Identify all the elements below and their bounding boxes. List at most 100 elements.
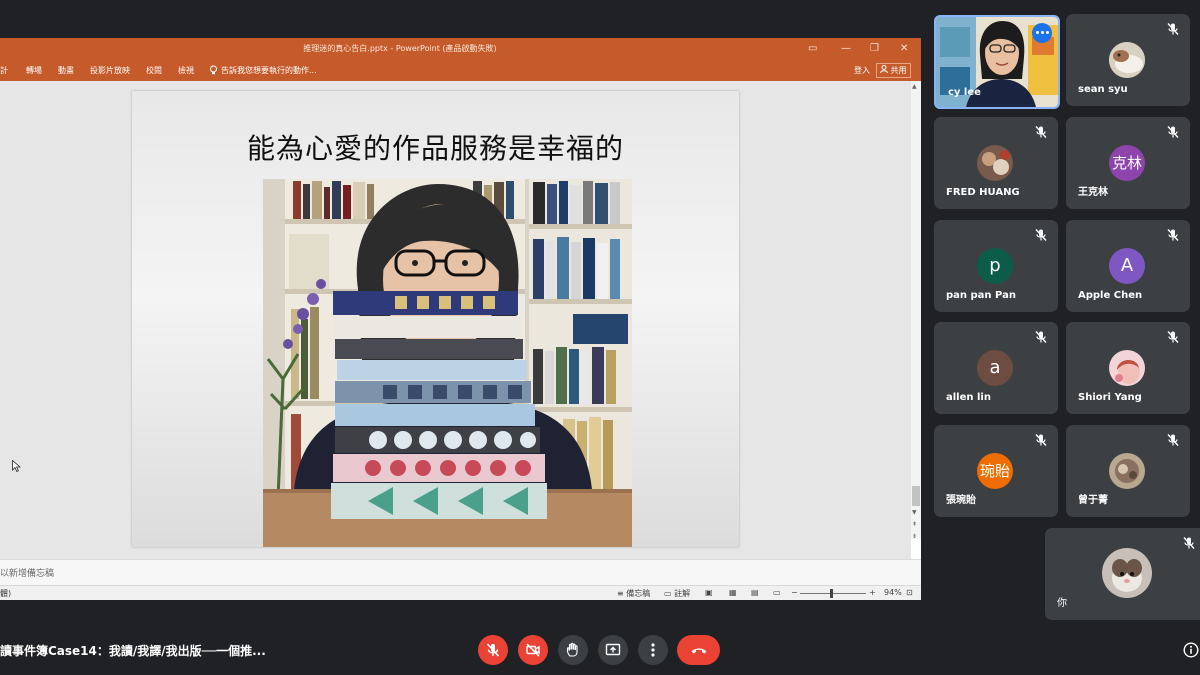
participant-tile-zhang-wanyi[interactable]: 琬貽 張琬貽 (934, 425, 1058, 517)
self-tile[interactable]: 你 (1045, 528, 1200, 620)
more-icon (651, 643, 655, 657)
next-slide-icon[interactable]: ⇟ (912, 533, 917, 540)
mic-off-icon (486, 643, 500, 657)
slideshow-view-icon[interactable]: ▭ (773, 588, 781, 597)
notes-button[interactable]: ≡ 備忘稿 (617, 588, 650, 599)
info-icon (1183, 642, 1199, 658)
participant-name: allen lin (946, 392, 991, 403)
participant-name: sean syu (1078, 84, 1128, 95)
mic-off-icon (1167, 23, 1179, 35)
ribbon-tab-slideshow[interactable]: 投影片放映 (90, 65, 130, 76)
ppt-title-bar: 推理迷的真心告白.pptx - PowerPoint (產品啟動失敗) ▭ — … (0, 38, 921, 61)
mic-off-icon (1035, 434, 1047, 446)
participant-name: cy lee (948, 87, 981, 98)
zoom-percent[interactable]: 94% (884, 588, 902, 597)
ppt-vertical-scrollbar[interactable]: ▲ ▼ ⇞ ⇟ (911, 81, 921, 540)
fit-slide-icon[interactable]: ⊡ (906, 588, 913, 597)
person-icon (880, 65, 891, 75)
zoom-slider-knob[interactable] (830, 589, 833, 598)
avatar: p (977, 248, 1013, 284)
meeting-info-button[interactable] (1183, 642, 1199, 658)
share-label: 共用 (890, 66, 907, 75)
notes-placeholder: 以新增備忘稿 (0, 569, 55, 579)
participant-name: pan pan Pan (946, 290, 1016, 301)
participant-name: Apple Chen (1078, 290, 1143, 301)
status-left-text: 體) (0, 589, 12, 598)
reading-view-icon[interactable]: ▤ (751, 588, 759, 597)
participant-tile-fred-huang[interactable]: FRED HUANG (934, 117, 1058, 209)
ribbon-tab-transitions[interactable]: 轉場 (26, 65, 42, 76)
scroll-thumb[interactable] (912, 486, 920, 506)
participant-name: 你 (1057, 598, 1067, 609)
more-options-button[interactable] (638, 635, 668, 665)
notes-pane[interactable]: 以新增備忘稿 (0, 559, 921, 586)
participant-name: 王克林 (1078, 187, 1108, 198)
prev-slide-icon[interactable]: ⇞ (912, 521, 917, 528)
ribbon-tab-review[interactable]: 校閱 (146, 65, 162, 76)
participant-name: 曾于菁 (1078, 495, 1108, 506)
comments-button[interactable]: ▭ 註解 (664, 588, 690, 599)
hand-icon (566, 642, 578, 657)
avatar (1102, 548, 1152, 598)
participant-tile-zeng-yujing[interactable]: 曾于菁 (1066, 425, 1190, 517)
leave-call-button[interactable] (677, 635, 720, 665)
slide-photo (263, 179, 632, 547)
present-icon (605, 643, 621, 656)
camera-off-icon (526, 643, 540, 657)
participant-tile-apple-chen[interactable]: A Apple Chen (1066, 220, 1190, 312)
normal-view-icon[interactable]: ▣ (705, 588, 713, 597)
participant-tile-sean-syu[interactable]: sean syu (1066, 14, 1190, 106)
zoom-slider-track[interactable] (800, 593, 866, 594)
ppt-window-title: 推理迷的真心告白.pptx - PowerPoint (產品啟動失敗) (303, 44, 497, 53)
participant-tile-allen-lin[interactable]: a allen lin (934, 322, 1058, 414)
participant-name: 張琬貽 (946, 495, 976, 506)
avatar (1109, 453, 1145, 489)
avatar (1109, 42, 1145, 78)
speaking-indicator (1032, 23, 1052, 43)
scroll-up-icon[interactable]: ▲ (912, 83, 917, 90)
slide-sorter-icon[interactable]: ▦ (729, 588, 737, 597)
share-button[interactable]: 共用 (876, 63, 911, 78)
ribbon-tab-view[interactable]: 檢視 (178, 65, 194, 76)
mic-off-icon (1167, 434, 1179, 446)
ribbon-tab-design[interactable]: 計 (0, 65, 8, 76)
slide: 能為心愛的作品服務是幸福的 (132, 91, 739, 547)
avatar (1109, 350, 1145, 386)
avatar: a (977, 350, 1013, 386)
avatar (977, 145, 1013, 181)
lightbulb-icon (209, 65, 218, 77)
sign-in-link[interactable]: 登入 (854, 65, 870, 76)
zoom-in-button[interactable]: + (869, 588, 876, 597)
scroll-down-icon[interactable]: ▼ (912, 509, 917, 516)
ribbon-display-icon[interactable]: ▭ (808, 41, 817, 57)
ribbon-tab-animations[interactable]: 動畫 (58, 65, 74, 76)
participant-tile-wang-kelin[interactable]: 克林 王克林 (1066, 117, 1190, 209)
participant-name: FRED HUANG (946, 187, 1020, 198)
avatar: 克林 (1109, 145, 1145, 181)
avatar: 琬貽 (977, 453, 1013, 489)
close-icon[interactable]: ✕ (900, 41, 908, 57)
zoom-out-button[interactable]: − (791, 588, 798, 597)
participant-tile-cy-lee[interactable]: cy lee (934, 15, 1060, 109)
restore-icon[interactable]: ❐ (870, 41, 879, 57)
avatar: A (1109, 248, 1145, 284)
minimize-icon[interactable]: — (841, 41, 851, 57)
mic-off-icon (1167, 126, 1179, 138)
ppt-status-bar: 體) ≡ 備忘稿 ▭ 註解 ▣ ▦ ▤ ▭ − + 94% ⊡ (0, 585, 921, 600)
mic-off-icon (1167, 229, 1179, 241)
mic-off-icon (1035, 126, 1047, 138)
meeting-title[interactable]: 讀事件簿Case14：我讀/我譯/我出版──一個推... (0, 642, 266, 659)
camera-toggle-button[interactable] (518, 635, 548, 665)
cursor-icon (12, 460, 21, 472)
mic-off-icon (1035, 331, 1047, 343)
mic-off-icon (1183, 537, 1195, 549)
participant-tile-shiori-yang[interactable]: Shiori Yang (1066, 322, 1190, 414)
participant-name: Shiori Yang (1078, 392, 1142, 403)
mic-toggle-button[interactable] (478, 635, 508, 665)
mic-off-icon (1167, 331, 1179, 343)
present-now-button[interactable] (598, 635, 628, 665)
shared-screen-powerpoint: 推理迷的真心告白.pptx - PowerPoint (產品啟動失敗) ▭ — … (0, 38, 921, 600)
participant-tile-pan-pan-pan[interactable]: p pan pan Pan (934, 220, 1058, 312)
tell-me-search[interactable]: 告訴我您想要執行的動作... (221, 65, 317, 76)
raise-hand-button[interactable] (558, 635, 588, 665)
